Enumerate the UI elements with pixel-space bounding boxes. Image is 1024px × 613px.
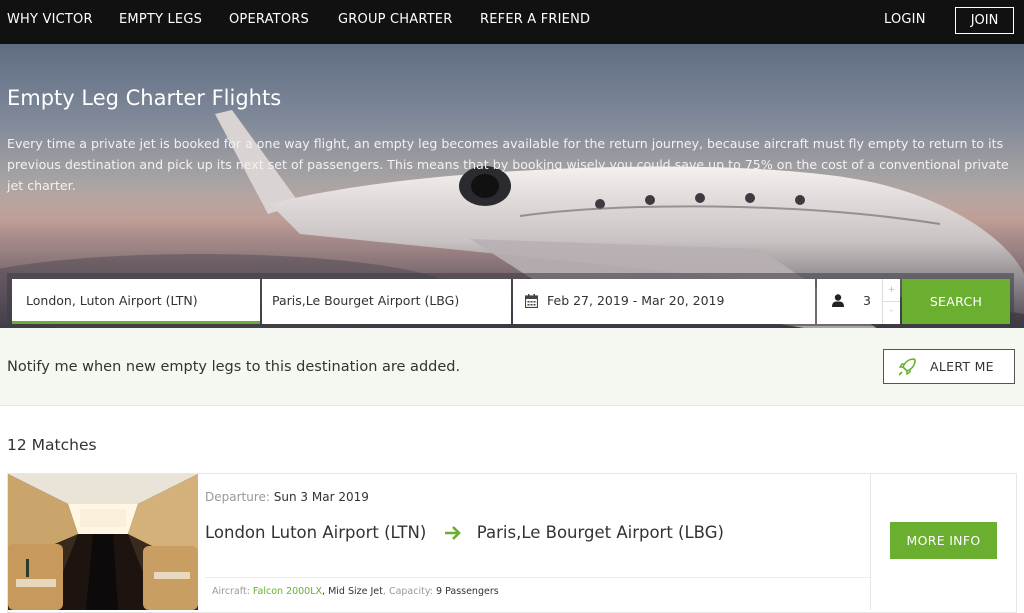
rocket-alert-icon xyxy=(898,358,916,376)
date-range-value: Feb 27, 2019 - Mar 20, 2019 xyxy=(547,293,725,308)
alert-me-label: ALERT ME xyxy=(930,359,994,374)
route-origin: London Luton Airport (LTN) xyxy=(205,523,427,542)
user-icon xyxy=(832,294,844,307)
alert-me-button[interactable]: ALERT ME xyxy=(883,349,1015,384)
nav-group-charter[interactable]: GROUP CHARTER xyxy=(338,12,452,27)
to-airport-value: Paris,Le Bourget Airport (LBG) xyxy=(272,293,460,308)
jet-class: Mid Size Jet xyxy=(328,586,383,597)
calendar-icon xyxy=(525,294,538,308)
aircraft-info: Aircraft: Falcon 2000LX, Mid Size Jet, C… xyxy=(205,577,870,607)
departure-line: Departure: Sun 3 Mar 2019 xyxy=(205,490,369,504)
nav-empty-legs[interactable]: EMPTY LEGS xyxy=(119,12,202,27)
passenger-count: 3 xyxy=(863,293,871,308)
results-count: 12 Matches xyxy=(7,436,97,454)
page-title: Empty Leg Charter Flights xyxy=(7,86,282,110)
aircraft-cabin-image xyxy=(8,474,198,610)
increment-passengers-button[interactable]: + xyxy=(883,285,900,295)
hero-description: Every time a private jet is booked for a… xyxy=(7,136,1009,193)
route-destination: Paris,Le Bourget Airport (LBG) xyxy=(476,523,724,542)
from-airport-input[interactable]: London, Luton Airport (LTN) xyxy=(12,279,260,324)
hero-banner: Empty Leg Charter Flights Every time a p… xyxy=(0,44,1024,328)
route: London Luton Airport (LTN) Paris,Le Bour… xyxy=(205,523,724,542)
stepper-divider xyxy=(883,301,900,302)
to-airport-input[interactable]: Paris,Le Bourget Airport (LBG) xyxy=(262,279,511,324)
notify-text: Notify me when new empty legs to this de… xyxy=(7,359,461,375)
passenger-stepper[interactable]: 3 + - xyxy=(817,279,900,324)
departure-date: Sun 3 Mar 2019 xyxy=(273,490,369,504)
notify-band: Notify me when new empty legs to this de… xyxy=(0,328,1024,406)
decrement-passengers-button[interactable]: - xyxy=(883,306,900,316)
from-airport-value: London, Luton Airport (LTN) xyxy=(26,293,198,308)
departure-label: Departure: xyxy=(205,490,270,504)
join-button[interactable]: JOIN xyxy=(955,7,1014,34)
cabin-photo xyxy=(8,474,198,610)
nav-why-victor[interactable]: WHY VICTOR xyxy=(7,12,93,27)
login-link[interactable]: LOGIN xyxy=(884,12,926,27)
result-actions: MORE INFO xyxy=(870,474,1016,610)
more-info-button[interactable]: MORE INFO xyxy=(890,522,997,559)
aircraft-label: Aircraft: xyxy=(212,586,250,597)
arrow-right-icon xyxy=(444,526,461,540)
passenger-step-controls: + - xyxy=(882,279,900,324)
capacity-label: Capacity: xyxy=(388,586,433,597)
top-nav: WHY VICTOR EMPTY LEGS OPERATORS GROUP CH… xyxy=(0,0,1024,44)
nav-operators[interactable]: OPERATORS xyxy=(229,12,309,27)
search-button[interactable]: SEARCH xyxy=(902,279,1010,324)
nav-refer-a-friend[interactable]: REFER A FRIEND xyxy=(480,12,590,27)
search-bar: London, Luton Airport (LTN) Paris,Le Bou… xyxy=(7,273,1014,326)
capacity-value: 9 Passengers xyxy=(436,586,499,597)
aircraft-model-link[interactable]: Falcon 2000LX xyxy=(253,586,322,597)
result-card[interactable]: Departure: Sun 3 Mar 2019 London Luton A… xyxy=(7,473,1017,613)
date-range-input[interactable]: Feb 27, 2019 - Mar 20, 2019 xyxy=(513,279,815,324)
